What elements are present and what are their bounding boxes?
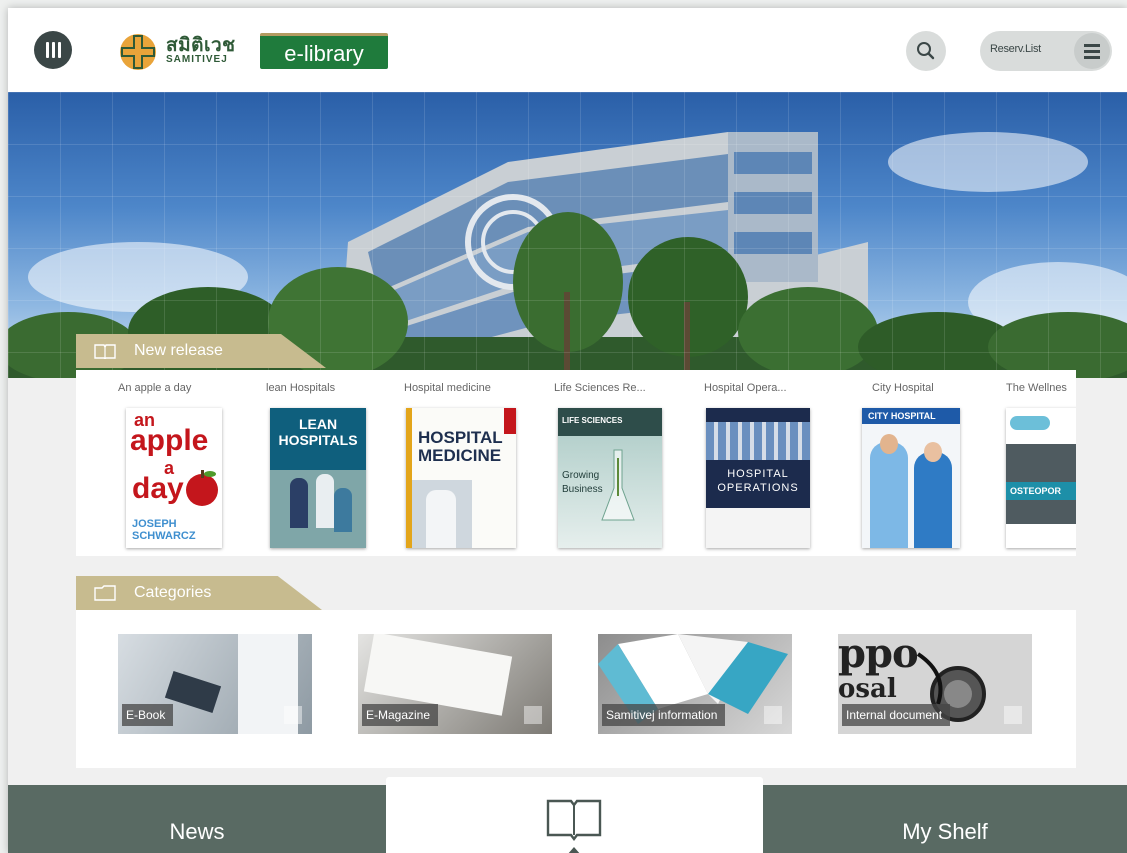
flask-icon bbox=[601, 449, 635, 521]
open-book-icon bbox=[94, 344, 116, 359]
book-cover[interactable]: LEAN HOSPITALS bbox=[270, 408, 366, 548]
apple-icon bbox=[186, 470, 218, 506]
tile-corner-mark bbox=[284, 706, 302, 724]
book-cover[interactable]: CITY HOSPITAL bbox=[862, 408, 960, 548]
book-title: The Wellnes bbox=[1006, 382, 1067, 394]
cover-text: Growing bbox=[562, 470, 600, 481]
list-icon-bar bbox=[1084, 44, 1100, 47]
cover-text: LIFE SCIENCES bbox=[562, 416, 623, 425]
book-title: lean Hospitals bbox=[266, 382, 336, 394]
cover-photo-person bbox=[334, 488, 352, 532]
cover-text: HOSPITAL bbox=[727, 468, 789, 480]
my-shelf-tab[interactable]: My Shelf bbox=[763, 785, 1127, 853]
book-cover[interactable]: an apple a day JOSEPH SCHWARCZ bbox=[126, 408, 222, 548]
category-label: Samitivej information bbox=[602, 704, 726, 726]
cover-photo-doctor bbox=[426, 490, 456, 548]
menu-icon bbox=[46, 42, 49, 58]
book-title: City Hospital bbox=[872, 382, 934, 394]
list-icon bbox=[1074, 33, 1110, 69]
menu-icon-bar bbox=[52, 42, 55, 58]
categories-panel: E-Book E-Magazine Samitivej information … bbox=[76, 610, 1076, 768]
cover-text: HOSPITALS bbox=[278, 432, 358, 448]
cover-text: CITY HOSPITAL bbox=[862, 408, 960, 424]
cross-logo-icon bbox=[120, 34, 156, 70]
cover-photo-person bbox=[914, 452, 952, 548]
tile-photo-newsprint: ppo bbox=[838, 634, 919, 677]
logo-english-text: SAMITIVEJ bbox=[166, 54, 228, 65]
cover-text: day bbox=[132, 472, 184, 505]
cover-accent bbox=[504, 408, 516, 434]
search-icon bbox=[917, 42, 935, 60]
tile-corner-mark bbox=[524, 706, 542, 724]
app-window: สมิติเวช SAMITIVEJ e-library Reserv.List bbox=[8, 8, 1127, 853]
search-button[interactable] bbox=[906, 31, 946, 71]
cover-photo-person bbox=[290, 478, 308, 528]
elibrary-badge: e-library bbox=[260, 33, 388, 69]
category-ebook[interactable]: E-Book bbox=[118, 634, 312, 734]
book-title: Hospital medicine bbox=[404, 382, 491, 394]
cover-text: LEAN bbox=[298, 416, 338, 432]
cover-photo-person bbox=[316, 474, 334, 528]
cover-photo-person bbox=[870, 442, 908, 548]
new-release-carousel[interactable]: An apple a day an apple a day JOSEPH SCH… bbox=[76, 370, 1076, 556]
cover-text: MEDICINE bbox=[418, 446, 502, 465]
active-indicator-icon bbox=[568, 847, 580, 853]
category-label: Internal document bbox=[842, 704, 951, 726]
book-title: Life Sciences Re... bbox=[554, 382, 646, 394]
categories-title: Categories bbox=[134, 584, 212, 601]
category-samitivej-information[interactable]: Samitivej information bbox=[598, 634, 792, 734]
book-cover[interactable]: LIFE SCIENCES Growing Business bbox=[558, 408, 662, 548]
category-internal-document[interactable]: ppo osal Internal document bbox=[838, 634, 1032, 734]
tile-corner-mark bbox=[1004, 706, 1022, 724]
cover-photo-face bbox=[880, 434, 898, 454]
open-book-icon bbox=[546, 799, 602, 841]
folder-icon bbox=[94, 585, 116, 601]
category-label: E-Book bbox=[122, 704, 174, 726]
category-emagazine[interactable]: E-Magazine bbox=[358, 634, 552, 734]
menu-icon-bar bbox=[58, 42, 61, 58]
book-title: Hospital Opera... bbox=[704, 382, 787, 394]
book-cover[interactable]: HOSPITAL OPERATIONS bbox=[706, 408, 810, 548]
cover-text: Business bbox=[562, 484, 603, 495]
library-home-tab[interactable] bbox=[386, 777, 763, 853]
samitivej-logo[interactable]: สมิติเวช SAMITIVEJ e-library bbox=[118, 30, 388, 74]
cover-text: OSTEOPOR bbox=[1006, 482, 1076, 500]
book-cover[interactable]: HOSPITAL MEDICINE bbox=[406, 408, 516, 548]
top-bar: สมิติเวช SAMITIVEJ e-library Reserv.List bbox=[8, 8, 1127, 92]
cover-photo-face bbox=[924, 442, 942, 462]
category-label: E-Magazine bbox=[362, 704, 439, 726]
cover-text: apple bbox=[130, 424, 209, 457]
reserve-list-button[interactable]: Reserv.List bbox=[980, 31, 1112, 71]
tile-photo-newsprint: osal bbox=[838, 674, 897, 704]
bottom-navigation: News My Shelf bbox=[8, 777, 1127, 853]
book-title: An apple a day bbox=[118, 382, 192, 394]
list-icon-bar bbox=[1084, 56, 1100, 59]
cover-band bbox=[706, 508, 810, 548]
cover-text: HOSPITAL bbox=[418, 428, 503, 447]
new-release-title: New release bbox=[134, 342, 223, 359]
news-tab[interactable]: News bbox=[8, 785, 386, 853]
tile-corner-mark bbox=[764, 706, 782, 724]
book-cover[interactable]: OSTEOPOR bbox=[1006, 408, 1076, 548]
cover-photo-strip bbox=[706, 422, 810, 460]
cover-text: OPERATIONS bbox=[717, 482, 799, 494]
categories-tab: Categories bbox=[76, 576, 322, 610]
menu-button[interactable] bbox=[34, 31, 72, 69]
list-icon-bar bbox=[1084, 50, 1100, 53]
cover-author: JOSEPH SCHWARCZ bbox=[132, 518, 196, 542]
cover-logo bbox=[1010, 416, 1050, 430]
reserve-list-label: Reserv.List bbox=[990, 43, 1041, 55]
